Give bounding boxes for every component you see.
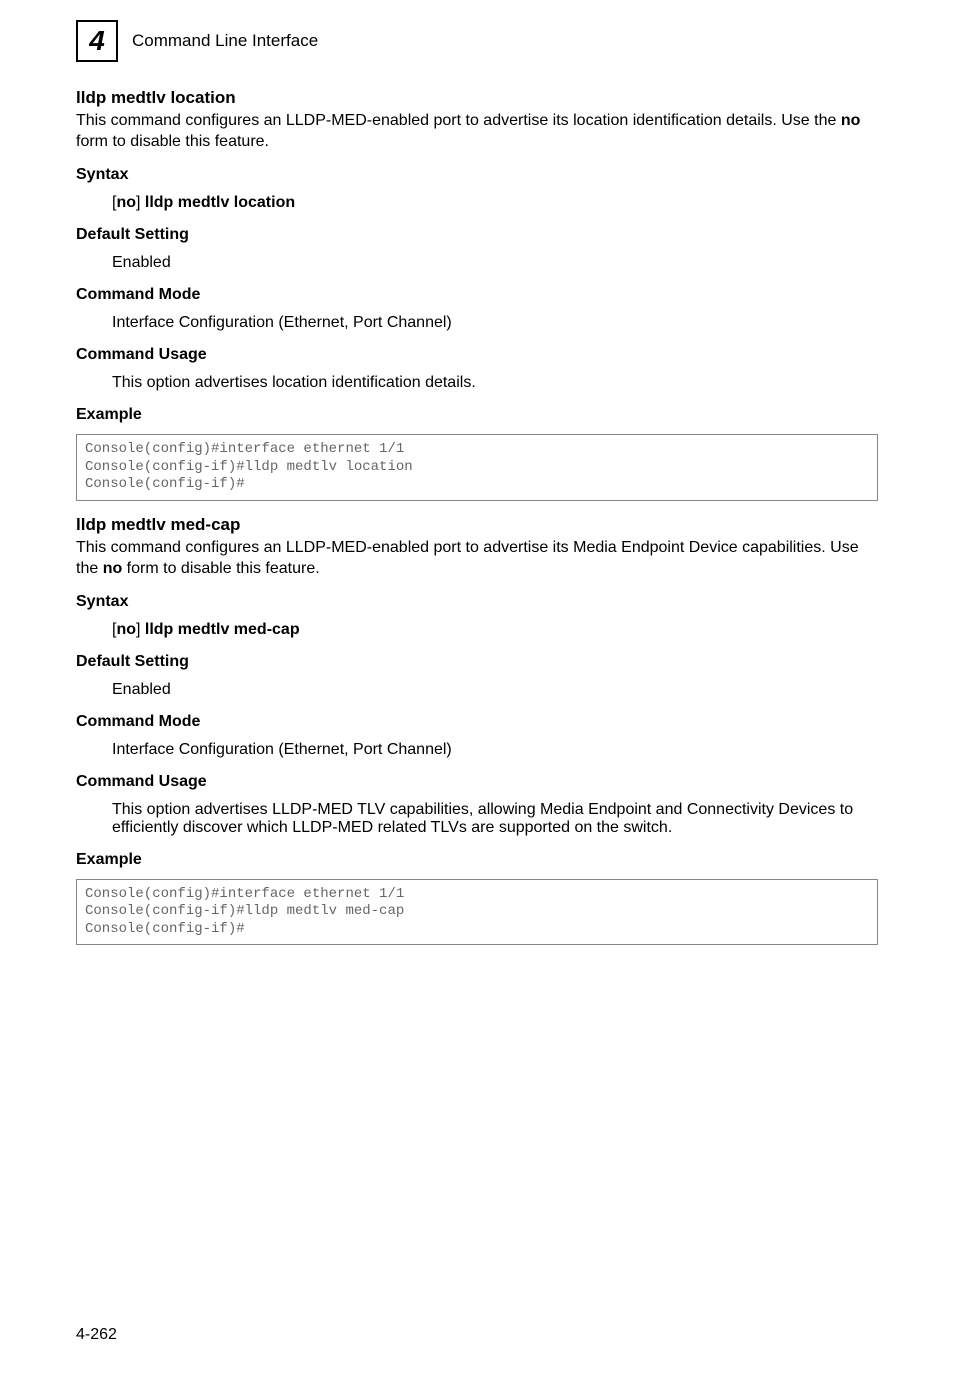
command-usage-label: Command Usage (76, 346, 878, 364)
default-setting-label: Default Setting (76, 653, 878, 671)
desc-bold-no: no (841, 112, 861, 129)
default-setting-value: Enabled (112, 254, 878, 272)
command-description: This command configures an LLDP-MED-enab… (76, 110, 878, 152)
example-code: Console(config)#interface ethernet 1/1 C… (76, 434, 878, 501)
command-mode-value: Interface Configuration (Ethernet, Port … (112, 741, 878, 759)
desc-text-pre: This command configures an LLDP-MED-enab… (76, 112, 841, 129)
command-name: lldp medtlv med-cap (76, 515, 878, 535)
syntax-line: [no] lldp medtlv location (112, 194, 878, 212)
syntax-no: no (116, 621, 136, 638)
desc-text-post: form to disable this feature. (76, 133, 269, 150)
example-label: Example (76, 406, 878, 424)
syntax-label: Syntax (76, 593, 878, 611)
syntax-bracket-close: ] (136, 194, 145, 211)
chapter-number: 4 (89, 25, 105, 57)
command-mode-value: Interface Configuration (Ethernet, Port … (112, 314, 878, 332)
command-description: This command configures an LLDP-MED-enab… (76, 537, 878, 579)
command-mode-label: Command Mode (76, 713, 878, 731)
syntax-line: [no] lldp medtlv med-cap (112, 621, 878, 639)
syntax-bracket-close: ] (136, 621, 145, 638)
command-usage-value: This option advertises location identifi… (112, 374, 878, 392)
desc-bold-no: no (103, 560, 123, 577)
default-setting-value: Enabled (112, 681, 878, 699)
example-label: Example (76, 851, 878, 869)
chapter-number-box: 4 (76, 20, 118, 62)
command-usage-value: This option advertises LLDP-MED TLV capa… (112, 801, 878, 837)
desc-text-post: form to disable this feature. (122, 560, 319, 577)
syntax-command: lldp medtlv med-cap (145, 621, 300, 638)
syntax-label: Syntax (76, 166, 878, 184)
syntax-command: lldp medtlv location (145, 194, 295, 211)
page-number: 4-262 (76, 1326, 117, 1344)
page-header: 4 Command Line Interface (76, 20, 878, 62)
default-setting-label: Default Setting (76, 226, 878, 244)
syntax-no: no (116, 194, 136, 211)
chapter-title: Command Line Interface (132, 31, 318, 51)
command-mode-label: Command Mode (76, 286, 878, 304)
command-name: lldp medtlv location (76, 88, 878, 108)
example-code: Console(config)#interface ethernet 1/1 C… (76, 879, 878, 946)
command-usage-label: Command Usage (76, 773, 878, 791)
